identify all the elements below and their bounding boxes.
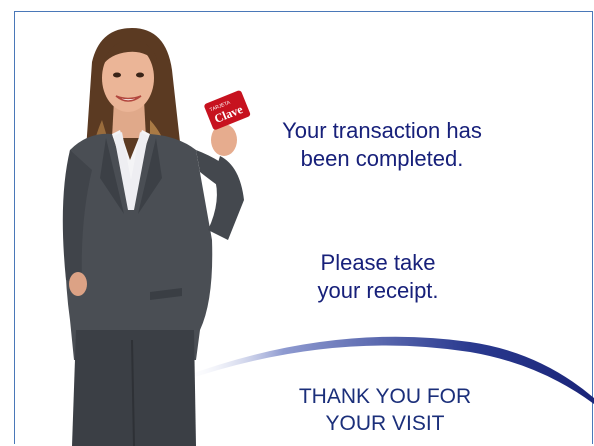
thank-you-message: THANK YOU FOR YOUR VISIT — [255, 383, 515, 437]
businesswoman-image: TARJETA Clave — [62, 28, 251, 446]
receipt-line-1: Please take — [320, 250, 436, 275]
receipt-line-2: your receipt. — [317, 278, 439, 303]
transaction-line-1: Your transaction has — [282, 118, 482, 143]
thanks-line-2: YOUR VISIT — [325, 412, 445, 435]
transaction-line-2: been completed. — [300, 146, 464, 171]
thanks-line-1: THANK YOU FOR — [298, 385, 472, 408]
transaction-complete-message: Your transaction has been completed. — [252, 117, 512, 173]
atm-completion-screen: TARJETA Clave Your transaction has been … — [0, 0, 594, 446]
take-receipt-message: Please take your receipt. — [268, 249, 488, 305]
